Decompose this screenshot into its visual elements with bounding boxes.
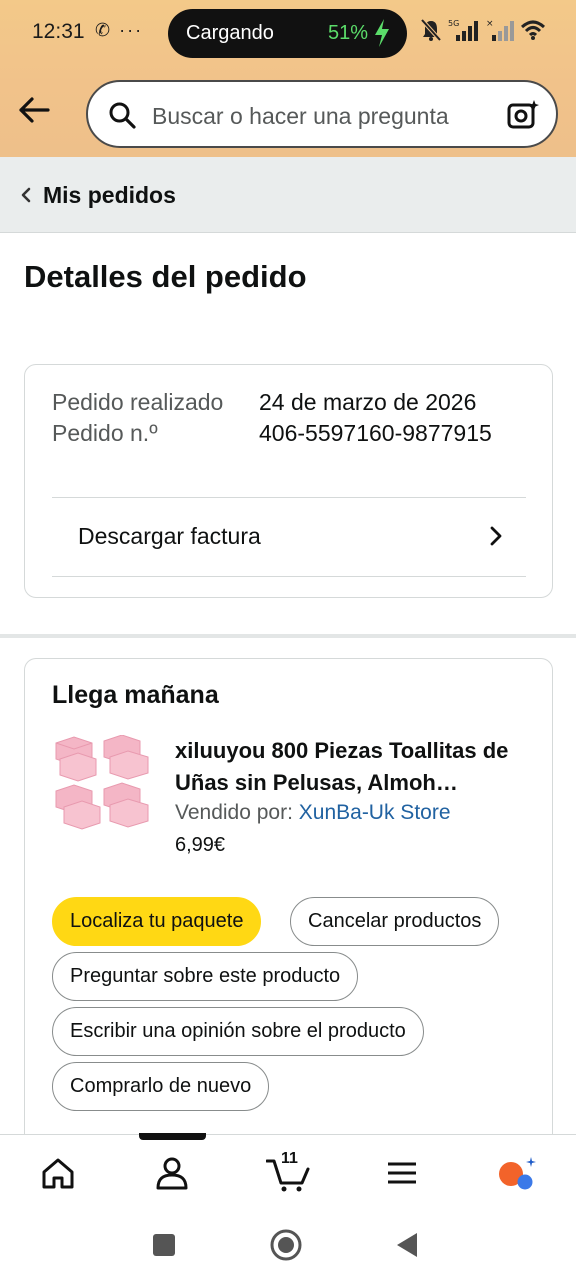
- order-summary-card: Pedido realizado Pedido n.º 24 de marzo …: [24, 364, 553, 598]
- order-labels: Pedido realizado Pedido n.º: [52, 387, 242, 449]
- charging-pill: Cargando 51%: [168, 9, 407, 58]
- order-placed-date: 24 de marzo de 2026: [259, 389, 477, 415]
- search-input[interactable]: Buscar o hacer una pregunta: [152, 103, 449, 130]
- divider: [52, 576, 526, 577]
- ask-product-question-button[interactable]: Preguntar sobre este producto: [52, 952, 359, 1001]
- download-invoice-label[interactable]: Descargar factura: [78, 523, 261, 550]
- product-image[interactable]: [52, 735, 152, 835]
- menu-icon[interactable]: [382, 1153, 422, 1193]
- status-icons-right: 5G ×: [420, 18, 546, 42]
- cart-count-badge: 11: [281, 1150, 298, 1167]
- battery-percent: 51%: [328, 22, 369, 44]
- search-bar[interactable]: Buscar o hacer una pregunta: [86, 80, 558, 148]
- system-nav-bar: [0, 1210, 576, 1280]
- wifi-icon: [520, 20, 546, 40]
- notification-icons: ✆ ···: [95, 20, 144, 40]
- signal-icon: ×: [486, 19, 514, 41]
- seller-line: Vendido por: XunBa-Uk Store: [175, 801, 451, 825]
- back-arrow-icon[interactable]: [16, 92, 52, 128]
- charging-label: Cargando: [186, 22, 274, 44]
- recents-icon[interactable]: [147, 1228, 181, 1262]
- lightning-bolt-icon: [375, 19, 389, 47]
- track-package-button[interactable]: Localiza tu paquete: [52, 897, 262, 946]
- chevron-left-icon: [21, 187, 31, 203]
- search-icon: [109, 102, 136, 129]
- cancel-items-button[interactable]: Cancelar productos: [290, 897, 500, 946]
- seller-prefix: Vendido por:: [175, 801, 299, 824]
- app-header: 12:31 ✆ ··· Cargando 51% 5G × Buscar o h…: [0, 0, 576, 157]
- breadcrumb-my-orders[interactable]: Mis pedidos: [43, 182, 176, 209]
- buy-again-button[interactable]: Comprarlo de nuevo: [52, 1062, 270, 1111]
- order-number: 406-5597160-9877915: [259, 420, 492, 446]
- shipment-card: Llega mañana xiluuyou 800 Piezas Toallit…: [24, 658, 553, 1148]
- svg-text:5G: 5G: [448, 19, 459, 28]
- section-separator: [0, 634, 576, 638]
- arrival-status: Llega mañana: [52, 681, 219, 709]
- home-icon[interactable]: [38, 1153, 78, 1193]
- write-review-button[interactable]: Escribir una opinión sobre el producto: [52, 1007, 424, 1056]
- back-triangle-icon[interactable]: [391, 1228, 425, 1262]
- product-price: 6,99€: [175, 834, 226, 856]
- clock: 12:31: [32, 20, 85, 43]
- mute-bell-icon: [420, 18, 442, 42]
- seller-link[interactable]: XunBa-Uk Store: [299, 801, 451, 824]
- page-title: Detalles del pedido: [24, 259, 307, 294]
- chevron-right-icon: [490, 526, 502, 546]
- breadcrumb[interactable]: Mis pedidos: [0, 157, 576, 233]
- camera-search-icon[interactable]: [506, 98, 540, 132]
- active-tab-indicator: [139, 1133, 206, 1140]
- status-bar: 12:31 ✆ ··· Cargando 51% 5G ×: [0, 0, 576, 66]
- order-values: 24 de marzo de 2026 406-5597160-9877915: [259, 387, 492, 449]
- order-number-label: Pedido n.º: [52, 420, 158, 446]
- svg-text:×: ×: [486, 19, 494, 29]
- product-title[interactable]: xiluuyou 800 Piezas Toallitas de Uñas si…: [175, 735, 535, 799]
- download-invoice-row[interactable]: Descargar factura: [52, 498, 526, 576]
- order-placed-label: Pedido realizado: [52, 389, 224, 415]
- bottom-nav: 11: [0, 1133, 576, 1210]
- rufus-assistant-icon[interactable]: [496, 1153, 536, 1193]
- home-circle-icon[interactable]: [269, 1228, 303, 1262]
- 5g-signal-icon: 5G: [448, 19, 478, 41]
- account-icon[interactable]: [152, 1153, 192, 1193]
